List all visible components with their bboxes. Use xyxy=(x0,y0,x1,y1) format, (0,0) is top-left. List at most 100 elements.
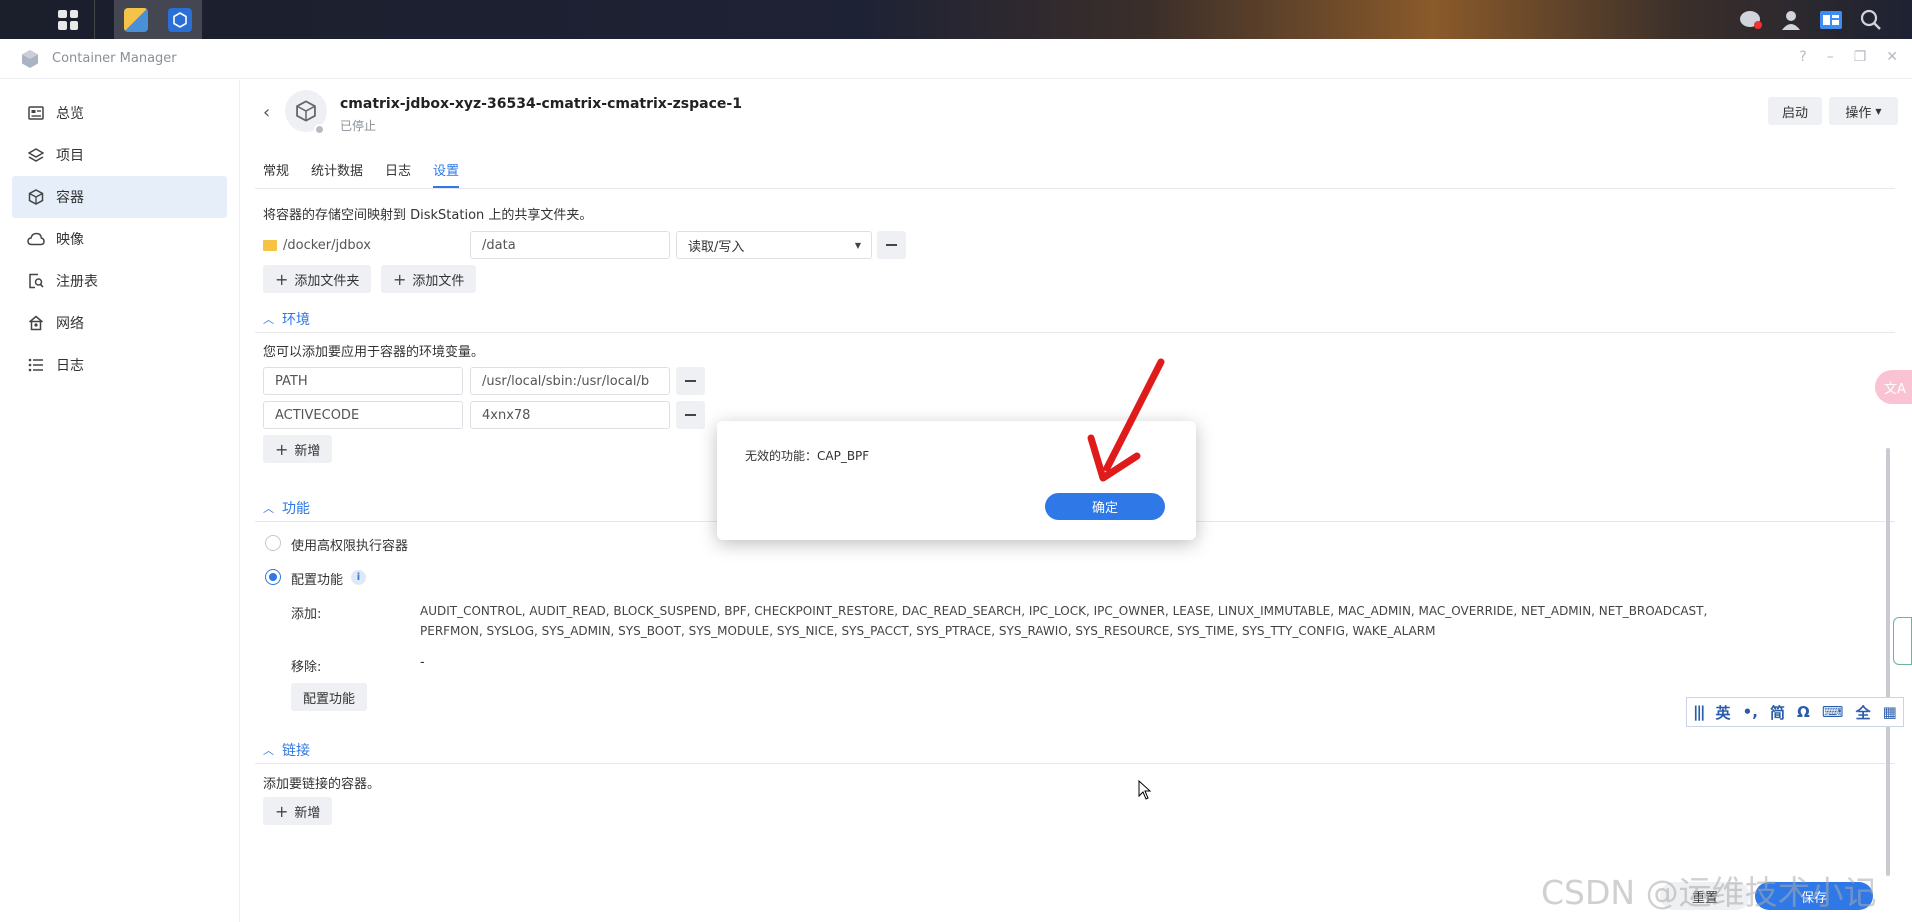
env-key-input[interactable]: ACTIVECODE xyxy=(263,401,463,429)
mount-mode-value: 读取/写入 xyxy=(688,239,745,255)
ime-punct-icon[interactable]: •, xyxy=(1743,703,1758,721)
tab-logs[interactable]: 日志 xyxy=(385,160,411,188)
capabilities-title: 功能 xyxy=(282,501,310,517)
add-link-label: 新增 xyxy=(294,805,321,821)
privileged-label: 使用高权限执行容器 xyxy=(291,539,409,554)
dialog-ok-button[interactable]: 确定 xyxy=(1045,493,1165,520)
folder-icon xyxy=(263,239,277,251)
add-env-button[interactable]: + 新增 xyxy=(263,435,333,463)
container-status: 已停止 xyxy=(340,119,377,133)
sidebar-item-network[interactable]: 网络 xyxy=(12,302,227,344)
mount-mode-select[interactable]: 读取/写入 ▼ xyxy=(676,231,872,259)
minimize-icon[interactable]: – xyxy=(1827,49,1834,65)
notes-app-icon[interactable] xyxy=(114,0,158,39)
dialog-message: 无效的功能：CAP_BPF xyxy=(745,449,870,463)
ime-voice-icon[interactable]: ||| xyxy=(1693,703,1706,721)
sidebar-item-label: 网络 xyxy=(56,316,84,332)
tabs-divider xyxy=(255,188,1895,189)
tab-bar: 常规 统计数据 日志 设置 xyxy=(263,160,460,188)
cloud-icon xyxy=(26,229,46,249)
environment-description: 您可以添加要应用于容器的环境变量。 xyxy=(263,345,485,360)
capabilities-section-toggle[interactable]: ︿ 功能 xyxy=(263,498,310,518)
remove-volume-button[interactable] xyxy=(877,231,906,259)
add-folder-button[interactable]: + 添加文件夹 xyxy=(263,265,372,293)
scrollbar[interactable] xyxy=(1886,448,1890,876)
red-arrow-annotation xyxy=(1087,358,1165,482)
configure-capabilities-label: 配置功能 xyxy=(291,573,344,588)
translate-widget-icon[interactable]: 文A xyxy=(1875,370,1912,404)
environment-section-toggle[interactable]: ︿ 环境 xyxy=(263,309,310,329)
sidebar-item-label: 总览 xyxy=(56,106,84,122)
tab-general[interactable]: 常规 xyxy=(263,160,289,188)
chat-icon[interactable] xyxy=(1731,0,1771,39)
env-key-input[interactable]: PATH xyxy=(263,367,463,395)
watermark: CSDN @运维技术小记 xyxy=(1541,873,1877,912)
remove-env-button[interactable] xyxy=(676,367,705,395)
sidebar: 总览 项目 容器 映像 注册表 网络 日志 xyxy=(0,80,240,922)
ime-lang-toggle[interactable]: 英 xyxy=(1716,702,1731,723)
add-folder-label: 添加文件夹 xyxy=(294,273,360,289)
chevron-up-icon: ︿ xyxy=(263,502,274,515)
restore-icon[interactable]: ❐ xyxy=(1854,49,1867,65)
sidebar-item-logs[interactable]: 日志 xyxy=(12,344,227,386)
layers-icon xyxy=(26,145,46,165)
cube-icon xyxy=(26,187,46,207)
sidebar-item-projects[interactable]: 项目 xyxy=(12,134,227,176)
status-dot xyxy=(314,124,325,135)
cap-add-values-line-1: AUDIT_CONTROL, AUDIT_READ, BLOCK_SUSPEND… xyxy=(420,604,1708,618)
plus-icon: + xyxy=(393,269,407,289)
taskbar-divider xyxy=(94,0,95,39)
sidebar-item-label: 容器 xyxy=(56,190,84,206)
folder-path: /docker/jdbox xyxy=(283,237,371,253)
container-header: ‹ cmatrix-jdbox-xyz-36534-cmatrix-cmatri… xyxy=(255,80,1898,160)
ime-fullwidth-toggle[interactable]: 全 xyxy=(1856,702,1871,723)
sidebar-item-overview[interactable]: 总览 xyxy=(12,92,227,134)
cap-remove-label: 移除: xyxy=(291,660,322,675)
ime-menu-icon[interactable]: ▦ xyxy=(1883,703,1897,721)
container-manager-app-icon[interactable] xyxy=(158,0,202,39)
back-arrow-icon[interactable]: ‹ xyxy=(263,102,270,123)
user-icon[interactable] xyxy=(1771,0,1811,39)
apps-grid-icon[interactable] xyxy=(46,0,90,39)
env-value-input[interactable]: 4xnx78 xyxy=(470,401,670,429)
ime-symbol-button[interactable]: Ω xyxy=(1797,703,1810,721)
close-icon[interactable]: ✕ xyxy=(1886,49,1898,65)
mount-path-input[interactable]: /data xyxy=(470,231,670,259)
env-value-input[interactable]: /usr/local/sbin:/usr/local/b xyxy=(470,367,670,395)
window-title: Container Manager xyxy=(52,51,177,66)
widgets-icon[interactable] xyxy=(1811,0,1851,39)
caret-down-icon: ▼ xyxy=(1875,106,1882,116)
actions-button[interactable]: 操作 ▼ xyxy=(1829,97,1898,125)
window-titlebar: Container Manager ? – ❐ ✕ xyxy=(0,39,1912,79)
start-button[interactable]: 启动 xyxy=(1768,97,1822,125)
tab-settings[interactable]: 设置 xyxy=(433,160,460,188)
folder-path-field: /docker/jdbox xyxy=(263,231,463,259)
ime-keyboard-icon[interactable]: ⌨ xyxy=(1822,703,1844,721)
tab-stats[interactable]: 统计数据 xyxy=(311,160,363,188)
sidebar-item-label: 映像 xyxy=(56,232,84,248)
sidebar-item-registry[interactable]: 注册表 xyxy=(12,260,227,302)
add-link-button[interactable]: + 新增 xyxy=(263,797,333,825)
registry-icon xyxy=(26,271,46,291)
links-section-toggle[interactable]: ︿ 链接 xyxy=(263,740,310,760)
search-icon[interactable] xyxy=(1851,0,1891,39)
container-name: cmatrix-jdbox-xyz-36534-cmatrix-cmatrix-… xyxy=(340,96,742,112)
remove-env-button[interactable] xyxy=(676,401,705,429)
configure-capabilities-radio[interactable] xyxy=(265,569,281,585)
sidebar-item-images[interactable]: 映像 xyxy=(12,218,227,260)
add-file-button[interactable]: + 添加文件 xyxy=(381,265,477,293)
help-icon[interactable]: ? xyxy=(1799,49,1806,65)
privileged-radio[interactable] xyxy=(265,535,281,551)
sidebar-item-containers[interactable]: 容器 xyxy=(12,176,227,218)
configure-capabilities-button[interactable]: 配置功能 xyxy=(291,683,368,711)
side-tool-icon[interactable] xyxy=(1893,617,1912,665)
info-icon[interactable]: i xyxy=(351,570,366,585)
ime-simplified-toggle[interactable]: 简 xyxy=(1770,702,1785,723)
section-divider xyxy=(255,763,1895,764)
links-title: 链接 xyxy=(282,743,310,759)
actions-label: 操作 xyxy=(1845,105,1872,121)
cap-remove-value: - xyxy=(420,655,425,670)
links-description: 添加要链接的容器。 xyxy=(263,777,381,792)
sidebar-item-label: 日志 xyxy=(56,358,84,374)
network-icon xyxy=(26,313,46,333)
